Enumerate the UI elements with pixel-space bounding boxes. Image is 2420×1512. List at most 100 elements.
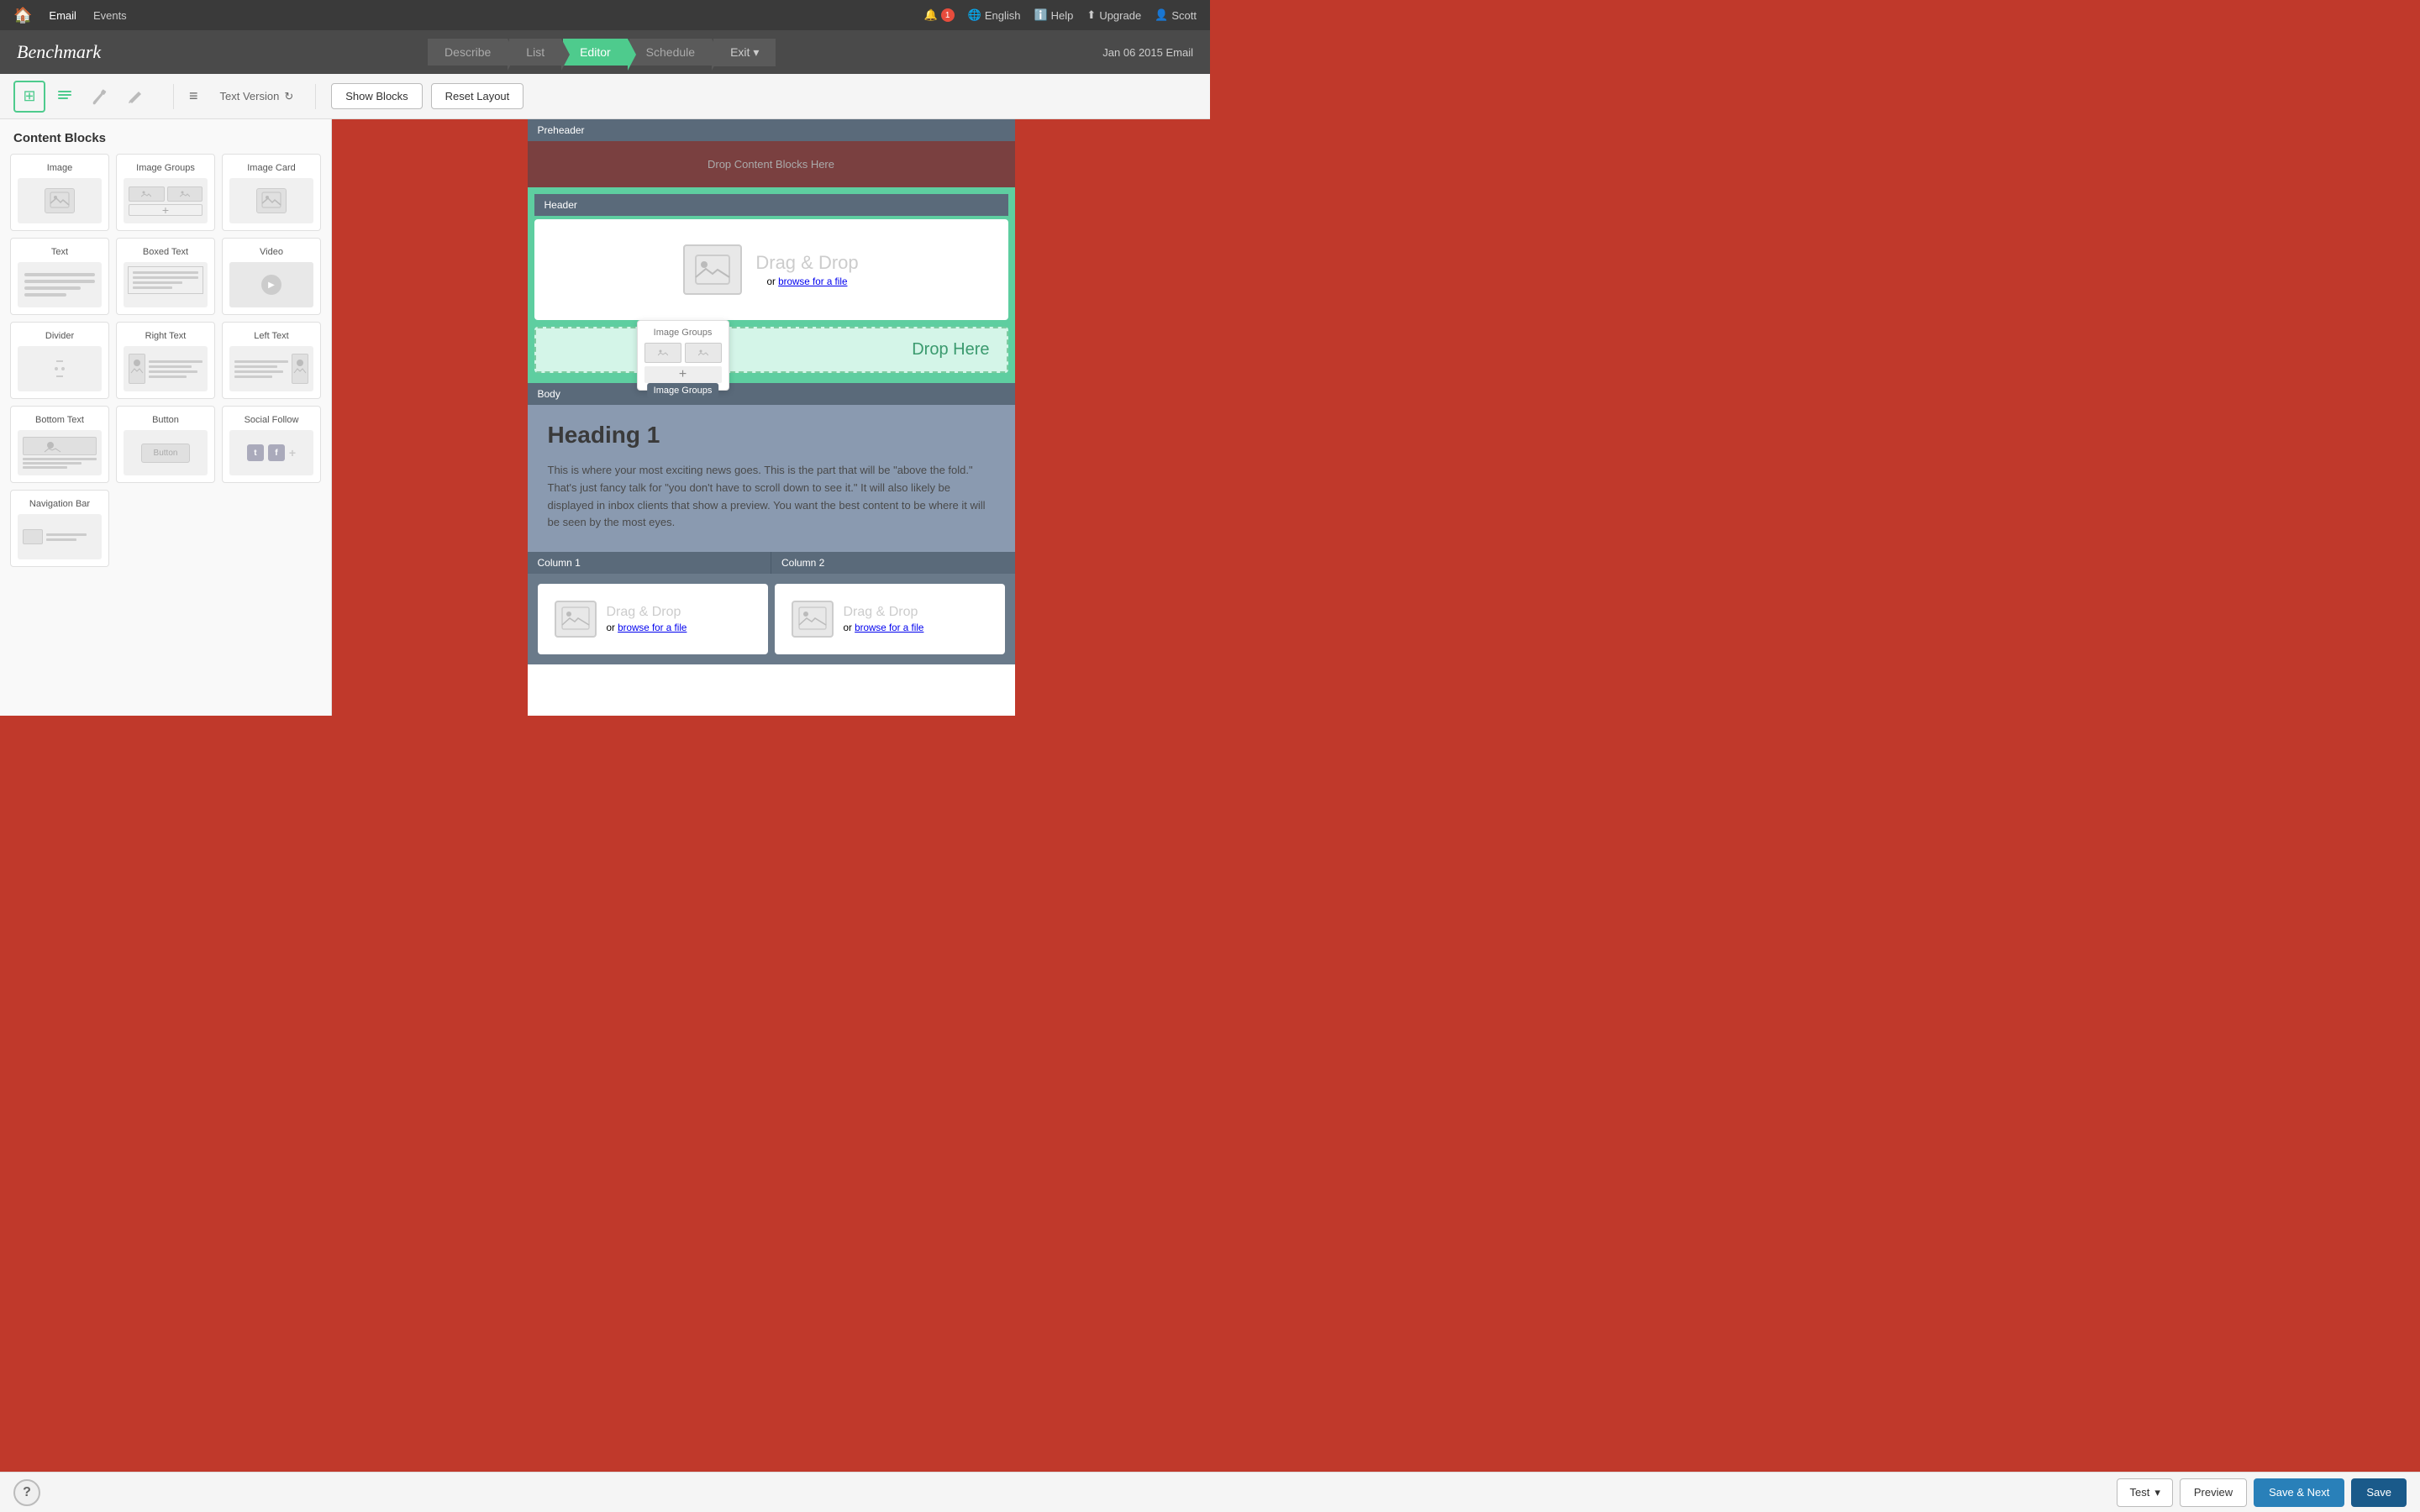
header-image-drop-zone[interactable]: Drag & Drop or browse for a file [534,219,1008,320]
block-divider[interactable]: Divider [10,322,109,399]
col-1-image-placeholder [555,601,597,638]
help-link[interactable]: ℹ️ Help [1034,8,1073,22]
step-describe[interactable]: Describe [428,39,508,66]
body-content: Heading 1 This is where your most exciti… [528,405,1015,552]
block-social-follow-label: Social Follow [245,415,299,425]
blocks-grid: Image Image Groups [0,154,331,577]
column-2-header: Column 2 [771,552,1015,574]
col-2-drag-drop: Drag & Drop or browse for a file [792,601,988,638]
browse-link[interactable]: browse for a file [778,276,847,287]
header-drop-zone[interactable]: Image Groups + Image Groups Drop [534,327,1008,373]
test-button[interactable]: Test ▾ [2117,1478,2172,1507]
preview-button[interactable]: Preview [2180,1478,2247,1507]
block-text-preview [18,262,102,307]
play-button-icon: ▶ [261,275,281,295]
col-1-or-text: or [607,622,615,633]
user-menu[interactable]: 👤 Scott [1155,8,1197,22]
blocks-view-button[interactable]: ⊞ [13,81,45,113]
block-nav-bar[interactable]: Navigation Bar [10,490,109,567]
save-button[interactable]: Save [2351,1478,2407,1507]
bottom-bar: ? Test ▾ Preview Save & Next Save [0,1472,2420,1512]
block-left-text[interactable]: Left Text [222,322,321,399]
text-version-button[interactable]: Text Version ↻ [213,90,301,103]
body-section-header: Body [528,383,1015,405]
image-card-preview-icon [256,188,287,213]
home-icon[interactable]: 🏠 [13,7,32,24]
social-plus-icon: + [289,446,296,459]
col-1-browse-link[interactable]: browse for a file [618,622,687,633]
body-paragraph: This is where your most exciting news go… [548,462,995,532]
social-preview-area: t f + [242,439,301,466]
menu-icon[interactable]: ≡ [189,87,198,105]
ig-cell-plus: + [129,204,203,216]
help-button[interactable]: ? [13,1479,40,1506]
reset-layout-button[interactable]: Reset Layout [431,83,524,109]
drag-drop-area: Drag & Drop or browse for a file [551,244,992,295]
block-button[interactable]: Button Button [116,406,215,483]
show-blocks-button[interactable]: Show Blocks [331,83,422,109]
text-line-3 [24,286,81,290]
bottom-right-actions: Test ▾ Preview Save & Next Save [2117,1478,2407,1507]
pencil-view-button[interactable] [119,81,151,113]
col-2-browse-link[interactable]: browse for a file [855,622,923,633]
left-text-img [292,354,308,384]
tooltip-add-icon: + [644,366,722,383]
toolbar-icons: ⊞ [13,81,151,113]
block-boxed-text-label: Boxed Text [143,247,188,257]
email-canvas: Preheader Drop Content Blocks Here Heade… [528,119,1015,716]
test-dropdown-icon: ▾ [2154,1486,2160,1499]
block-social-follow-preview: t f + [229,430,313,475]
block-bottom-text[interactable]: Bottom Text [10,406,109,483]
upgrade-link[interactable]: ⬆ Upgrade [1086,8,1141,22]
preheader-drop-zone[interactable]: Drop Content Blocks Here [528,141,1015,187]
column-1-header: Column 1 [528,552,771,574]
nav-events[interactable]: Events [93,9,127,22]
image-groups-tooltip: Image Groups + Image Groups [637,320,729,391]
block-left-text-label: Left Text [254,331,288,341]
block-image-groups-preview: + [124,178,208,223]
save-next-button[interactable]: Save & Next [2254,1478,2344,1507]
block-image-card-preview [229,178,313,223]
block-divider-label: Divider [45,331,74,341]
nav-links [46,533,97,541]
language-selector[interactable]: 🌐 English [968,8,1021,22]
main-layout: Content Blocks Image Image Groups [0,119,1210,716]
header-image-placeholder-icon [683,244,742,295]
block-right-text[interactable]: Right Text [116,322,215,399]
col-1-drag-drop: Drag & Drop or browse for a file [555,601,751,638]
image-preview-icon [45,188,75,213]
nav-email[interactable]: Email [49,9,76,22]
step-editor[interactable]: Editor [563,39,628,66]
block-boxed-text[interactable]: Boxed Text [116,238,215,315]
step-exit[interactable]: Exit ▾ [713,39,776,66]
columns-content: Drag & Drop or browse for a file [528,574,1015,664]
block-social-follow[interactable]: Social Follow t f + [222,406,321,483]
block-text[interactable]: Text [10,238,109,315]
block-bottom-text-preview [18,430,102,475]
step-list[interactable]: List [509,39,561,66]
block-nav-bar-label: Navigation Bar [29,499,90,509]
block-image-groups[interactable]: Image Groups + [116,154,215,231]
tooltip-cell-2 [685,343,722,363]
ig-cell-1 [129,186,165,202]
ig-cell-2 [167,186,203,202]
block-video[interactable]: Video ▶ [222,238,321,315]
sidebar: Content Blocks Image Image Groups [0,119,332,716]
block-right-text-preview [124,346,208,391]
date-label: Jan 06 2015 Email [1102,46,1193,59]
block-image[interactable]: Image [10,154,109,231]
block-button-preview: Button [124,430,208,475]
notifications[interactable]: 🔔 1 [923,8,954,22]
block-right-text-label: Right Text [145,331,187,341]
paint-view-button[interactable] [84,81,116,113]
nav-img-mock [23,529,43,544]
col-1-drag-text: Drag & Drop [607,605,687,620]
column-2-drop-zone[interactable]: Drag & Drop or browse for a file [775,584,1005,654]
step-schedule[interactable]: Schedule [629,39,712,66]
text-view-button[interactable] [49,81,81,113]
top-navigation: 🏠 Email Events 🔔 1 🌐 English ℹ️ Help ⬆ U… [0,0,1210,30]
column-1-drop-zone[interactable]: Drag & Drop or browse for a file [538,584,768,654]
block-image-card[interactable]: Image Card [222,154,321,231]
preheader-drop-text: Drop Content Blocks Here [708,158,834,171]
right-text-img [129,354,145,384]
